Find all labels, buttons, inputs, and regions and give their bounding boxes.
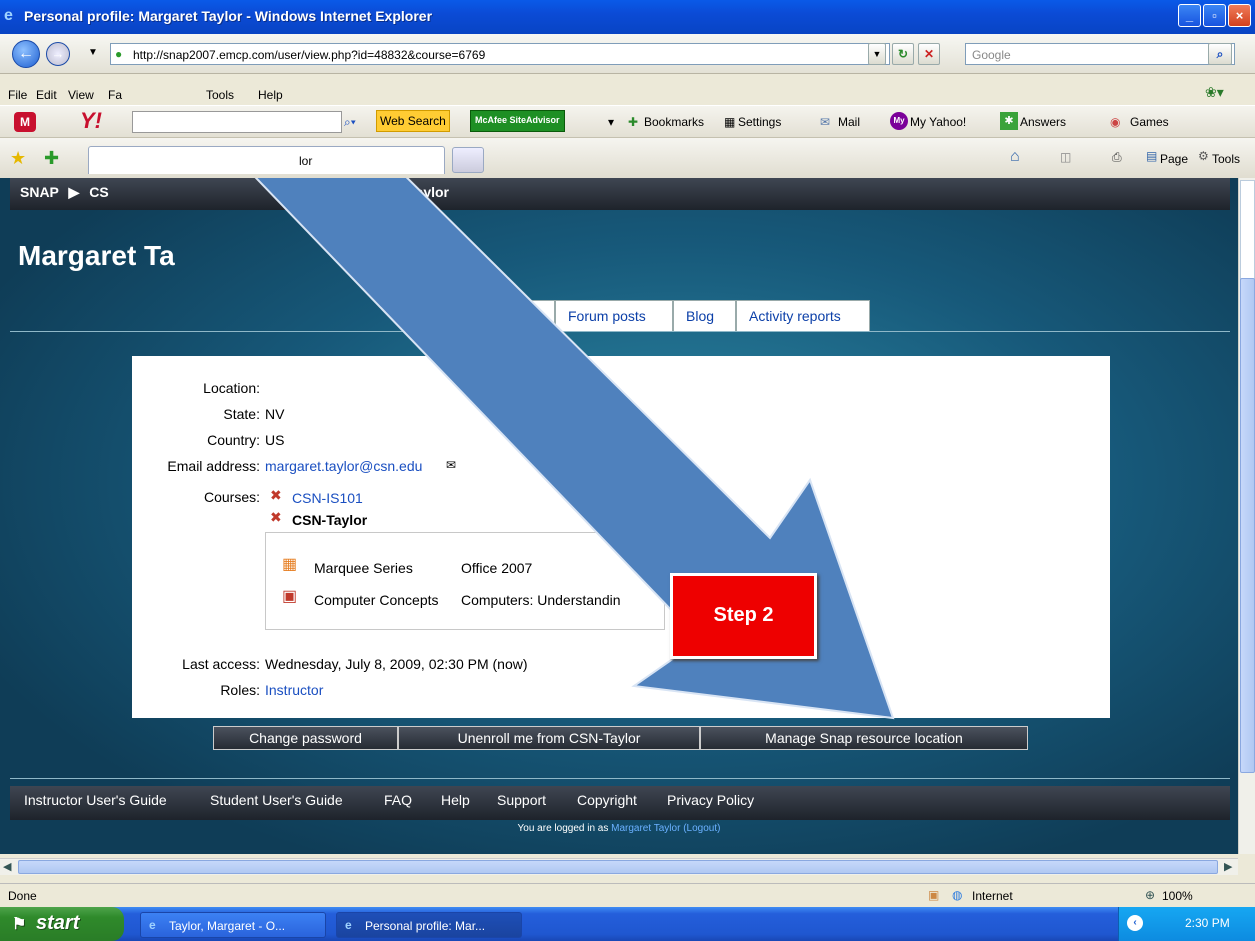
windows-flag-icon: ⚑ [12,916,27,933]
mail-icon: ✉ [820,115,831,129]
refresh-icon[interactable]: ↻ [892,43,914,65]
new-tab-button[interactable] [452,147,484,173]
taskbar-item-browser[interactable]: e Personal profile: Mar... [336,912,522,938]
bookmarks-icon: ✚ [628,115,639,129]
search-input[interactable]: Google [965,43,1235,65]
status-text: Done [8,889,37,903]
history-dropdown-icon[interactable]: ▼ [88,47,98,58]
task-label: Personal profile: Mar... [365,919,486,933]
answers-button[interactable]: Answers [1020,115,1066,129]
settings-icon: ▦ [724,115,736,129]
page-icon: ● [115,47,123,61]
start-button[interactable]: ⚑ start [0,907,124,941]
games-button[interactable]: Games [1130,115,1169,129]
task-label: Taylor, Margaret - O... [169,919,286,933]
scroll-right-icon[interactable]: ▶ [1224,860,1232,873]
scroll-up-icon[interactable] [1240,180,1255,280]
menu-bar [0,75,1255,105]
add-favorites-icon[interactable]: ✚ [44,148,59,169]
address-toolbar: ← → ▼ ● http://snap2007.emcp.com/user/vi… [0,34,1255,74]
ie-icon: e [149,918,156,932]
horizontal-scrollbar[interactable]: ◀ ▶ [0,858,1238,875]
clock[interactable]: 2:30 PM [1185,916,1230,930]
start-label: start [36,912,80,934]
mcafee-shield-icon[interactable]: M [14,112,36,132]
menu-help[interactable]: Help [258,88,283,102]
menu-tools[interactable]: Tools [206,88,234,102]
maximize-button[interactable]: ▫ [1203,4,1226,27]
ie-logo-icon: e [4,7,13,24]
print-icon[interactable]: ⎙ [1112,150,1122,165]
page-icon: ▤ [1146,149,1158,163]
stop-icon[interactable]: ✕ [918,43,940,65]
feeds-icon[interactable]: ◫ [1060,150,1071,164]
games-icon: ◉ [1110,115,1121,129]
messenger-icon[interactable]: ❀▾ [1205,84,1224,101]
security-icon[interactable]: ▣ [928,888,939,902]
toolbar-dropdown-icon[interactable]: ▾ [608,115,614,129]
step-annotation: Step 2 [670,573,817,659]
address-url: http://snap2007.emcp.com/user/view.php?i… [133,48,486,62]
yahoo-search-input[interactable] [132,111,342,133]
menu-view[interactable]: View [68,88,94,102]
back-arrow-icon[interactable]: ← [12,40,40,68]
tools-menu-button[interactable]: Tools [1212,152,1240,166]
settings-button[interactable]: Settings [738,115,781,129]
close-button[interactable]: × [1228,4,1251,27]
vertical-scrollbar[interactable] [1238,178,1255,854]
tab-label: lor [299,154,313,168]
my-yahoo-button[interactable]: My Yahoo! [910,115,966,129]
menu-favorites[interactable]: Fa [108,88,122,102]
status-bar: Done ▣ ◍ Internet ⊕ 100% [0,883,1255,907]
address-input[interactable]: ● http://snap2007.emcp.com/user/view.php… [110,43,890,65]
minimize-button[interactable]: _ [1178,4,1201,27]
tools-gear-icon: ⚙ [1198,149,1209,163]
home-icon[interactable]: ⌂ [1010,148,1020,166]
zoom-icon: ⊕ [1145,888,1156,902]
mcafee-siteadvisor-button[interactable]: McAfee SiteAdvisor [470,110,565,132]
tab-personal-profile[interactable]: lor [88,146,445,174]
favorites-star-icon[interactable]: ★ [10,148,26,169]
yahoo-search-icon[interactable]: ⌕▾ [344,115,356,130]
menu-edit[interactable]: Edit [36,88,57,102]
answers-icon: ✱ [1000,112,1018,130]
forward-arrow-icon[interactable]: → [46,42,70,66]
scroll-left-icon[interactable]: ◀ [3,860,11,873]
yahoo-logo-icon[interactable]: Y! [80,108,102,134]
window-titlebar[interactable]: e Personal profile: Margaret Taylor - Wi… [0,0,1255,34]
globe-icon: ◍ [952,888,963,902]
annotation-arrow [254,178,895,720]
page-menu-button[interactable]: Page [1160,152,1188,166]
window-title: Personal profile: Margaret Taylor - Wind… [24,8,433,24]
web-search-button[interactable]: Web Search [376,110,450,132]
menu-file[interactable]: File [8,88,27,102]
ie-icon: e [345,918,352,932]
zone-text: Internet [972,889,1013,903]
search-placeholder: Google [972,48,1011,62]
hscroll-thumb[interactable] [18,860,1218,874]
system-tray: ‹ 2:30 PM [1118,907,1255,941]
mail-button[interactable]: Mail [838,115,860,129]
search-go-icon[interactable]: ⌕ [1208,43,1232,65]
address-dropdown-icon[interactable]: ▼ [868,43,886,65]
my-yahoo-icon: My [890,112,908,130]
taskbar-item-outlook[interactable]: e Taylor, Margaret - O... [140,912,326,938]
tray-expand-icon[interactable]: ‹ [1127,915,1143,931]
bookmarks-button[interactable]: Bookmarks [644,115,704,129]
page-content: SNAP ▶ CS Margaret Taylor Margaret Ta t … [0,178,1238,854]
scroll-thumb[interactable] [1240,278,1255,773]
zoom-level[interactable]: 100% [1162,889,1193,903]
